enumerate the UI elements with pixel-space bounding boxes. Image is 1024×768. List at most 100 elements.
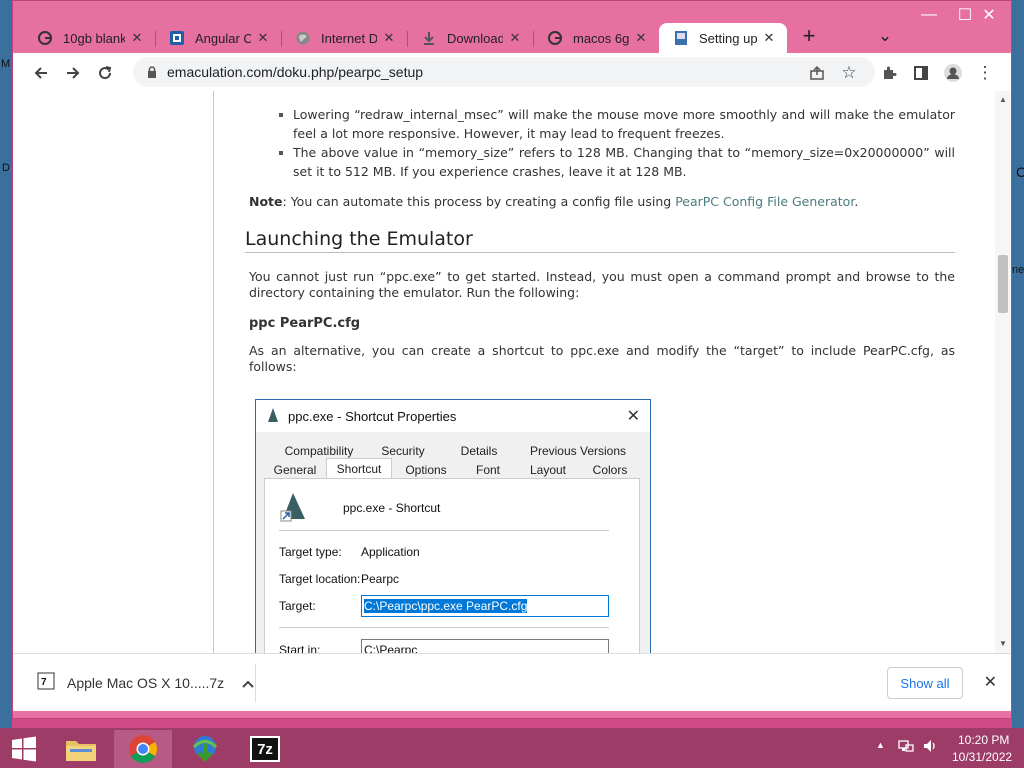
- field-label: Start in:: [279, 643, 321, 653]
- tab-macos-6gb[interactable]: macos 6gb ✕: [533, 23, 659, 53]
- google-icon: [547, 30, 563, 46]
- scroll-up-icon[interactable]: ▲: [998, 95, 1008, 104]
- bookmark-star-icon[interactable]: ☆: [835, 59, 863, 87]
- shortcut-name: ppc.exe - Shortcut: [343, 501, 441, 515]
- reload-button[interactable]: [91, 59, 119, 87]
- tab-search-button[interactable]: ⌄: [871, 22, 899, 50]
- list-item: The above value in “memory_size” refers …: [273, 143, 955, 181]
- close-icon[interactable]: ✕: [761, 30, 777, 46]
- shortcut-properties-image: ppc.exe - Shortcut Properties ✕ Compatib…: [255, 399, 651, 653]
- dialog-tab: Compatibility: [284, 444, 354, 458]
- chevron-up-icon[interactable]: [242, 675, 254, 691]
- scrollbar-thumb[interactable]: [998, 255, 1008, 313]
- download-item[interactable]: 7 Apple Mac OS X 10.....7z: [37, 672, 254, 693]
- chevron-up-icon[interactable]: ▲: [876, 740, 885, 750]
- forward-arrow-icon: [67, 67, 80, 79]
- close-icon[interactable]: ✕: [984, 672, 997, 692]
- dialog-tab: Colors: [592, 463, 628, 477]
- desktop-icon-label: C: [1016, 164, 1024, 180]
- volume-icon[interactable]: [922, 738, 938, 757]
- dialog-tab: Details: [460, 444, 498, 458]
- start-in-field: C:\Pearpc: [361, 639, 609, 653]
- dialog-titlebar: ppc.exe - Shortcut Properties: [256, 400, 650, 432]
- extensions-puzzle-icon[interactable]: [875, 59, 903, 87]
- clock-time[interactable]: 10:20 PM: [958, 733, 1009, 747]
- close-icon[interactable]: ✕: [381, 30, 397, 46]
- menu-kebab-icon[interactable]: ⋮: [971, 59, 999, 87]
- dialog-tab: General: [273, 463, 317, 477]
- dialog-panel: ppc.exe - Shortcut Target type: Applicat…: [264, 478, 640, 653]
- side-panel-icon[interactable]: [907, 59, 935, 87]
- tab-title: Downloads: [447, 30, 503, 46]
- divider: [255, 664, 256, 702]
- new-tab-button[interactable]: +: [795, 22, 823, 50]
- field-label: Target:: [279, 599, 316, 613]
- config-generator-link[interactable]: PearPC Config File Generator: [675, 194, 854, 209]
- field-label: Target location:: [279, 572, 361, 586]
- close-icon[interactable]: ✕: [255, 30, 271, 46]
- desktop-icon-label: ne: [1012, 264, 1024, 276]
- close-icon[interactable]: ✕: [633, 30, 649, 46]
- divider: [279, 530, 609, 531]
- tab-angular[interactable]: Angular Co ✕: [155, 23, 281, 53]
- page-content: Lowering “redraw_internal_msec” will mak…: [13, 91, 1011, 653]
- field-value: Application: [361, 545, 420, 559]
- chrome-icon[interactable]: [114, 730, 172, 768]
- scroll-down-icon[interactable]: ▼: [998, 639, 1008, 648]
- lock-icon: [145, 65, 159, 79]
- clock-date[interactable]: 10/31/2022: [952, 750, 1012, 764]
- file-explorer-icon[interactable]: [52, 730, 110, 768]
- back-arrow-icon: [34, 67, 47, 79]
- tab-setting-up[interactable]: Setting up ✕: [659, 23, 787, 53]
- download-icon: [421, 30, 437, 46]
- forward-button[interactable]: [59, 59, 87, 87]
- tab-10gb-blank[interactable]: 10gb blank ✕: [23, 23, 155, 53]
- close-icon[interactable]: ✕: [507, 30, 523, 46]
- shortcut-app-icon: [279, 491, 307, 526]
- svg-text:7: 7: [41, 677, 47, 688]
- share-icon[interactable]: [803, 59, 831, 87]
- browser-toolbar: emaculation.com/doku.php/pearpc_setup ☆ …: [13, 53, 1011, 91]
- globe-icon: [295, 30, 311, 46]
- show-all-button[interactable]: Show all: [887, 667, 963, 699]
- reload-icon: [99, 66, 112, 80]
- list-item: Lowering “redraw_internal_msec” will mak…: [273, 105, 955, 143]
- note-label: Note: [249, 194, 283, 209]
- tab-internet-download[interactable]: Internet Do ✕: [281, 23, 407, 53]
- note-paragraph: Note: You can automate this process by c…: [249, 192, 955, 211]
- pearpc-icon: [266, 407, 280, 426]
- tab-title: 10gb blank: [63, 30, 125, 46]
- tab-title: Angular Co: [195, 30, 251, 46]
- minimize-button[interactable]: —: [909, 1, 949, 29]
- 7zip-icon[interactable]: 7z: [236, 730, 294, 768]
- start-windows-icon[interactable]: [0, 730, 48, 768]
- download-filename: Apple Mac OS X 10.....7z: [67, 674, 225, 691]
- address-bar[interactable]: emaculation.com/doku.php/pearpc_setup: [133, 57, 875, 87]
- close-icon[interactable]: ✕: [129, 30, 145, 46]
- close-window-button[interactable]: ✕: [969, 1, 1009, 29]
- tab-strip: 10gb blank ✕ Angular Co ✕ Internet Do ✕ …: [13, 6, 1011, 53]
- section-heading: Launching the Emulator: [245, 230, 955, 253]
- download-bar: 7 Apple Mac OS X 10.....7z Show all ✕: [13, 653, 1011, 711]
- field-label: Target type:: [279, 545, 342, 559]
- note-end: .: [854, 194, 859, 209]
- page-scrollbar[interactable]: ▲ ▼: [995, 91, 1011, 653]
- dialog-tab-active: Shortcut: [326, 458, 392, 479]
- dialog-tab: Font: [475, 463, 500, 477]
- url-text: emaculation.com/doku.php/pearpc_setup: [167, 64, 424, 80]
- close-icon: ✕: [626, 408, 640, 425]
- sidebar-divider: [213, 91, 214, 653]
- dialog-tab: Options: [405, 463, 447, 477]
- profile-avatar-icon[interactable]: [939, 59, 967, 87]
- tab-downloads[interactable]: Downloads ✕: [407, 23, 533, 53]
- field-value: Pearpc: [361, 572, 400, 586]
- taskbar: 7z ▲ 10:20 PM 10/31/2022: [0, 728, 1024, 768]
- tab-title: Setting up: [699, 30, 757, 46]
- app-icon: [169, 30, 185, 46]
- network-icon[interactable]: [898, 738, 914, 757]
- download-manager-icon[interactable]: [176, 730, 234, 768]
- back-button[interactable]: [27, 59, 55, 87]
- target-field: C:\Pearpc\ppc.exe PearPC.cfg: [361, 595, 609, 617]
- tips-list: Lowering “redraw_internal_msec” will mak…: [273, 105, 955, 181]
- dialog-tab: Layout: [529, 463, 567, 477]
